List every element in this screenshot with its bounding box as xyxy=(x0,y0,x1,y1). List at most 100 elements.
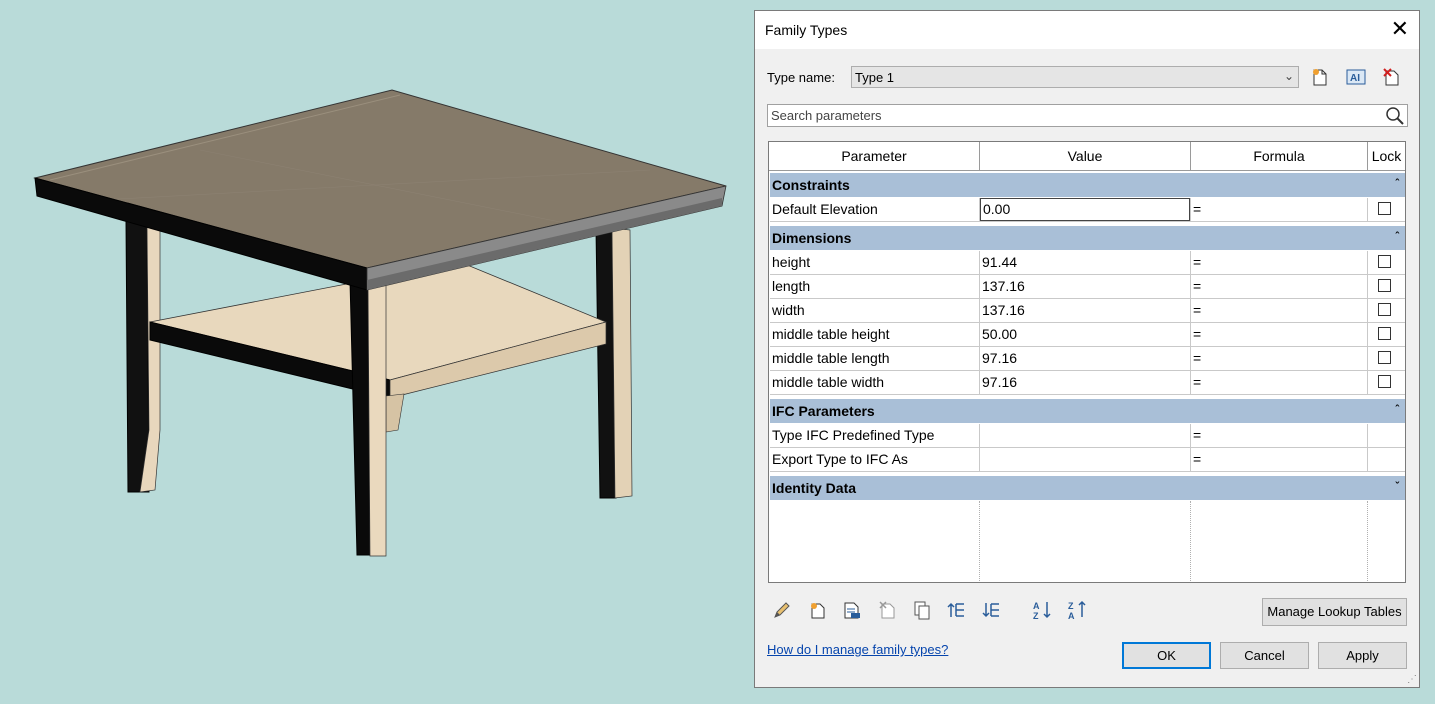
edit-parameter-icon[interactable] xyxy=(770,598,794,622)
family-types-dialog: Family Types ✕ Type name: Type 1 ⌄ AI Pa… xyxy=(754,10,1420,688)
group-label: Identity Data xyxy=(772,480,857,496)
type-name-value: Type 1 xyxy=(855,70,895,85)
param-value[interactable]: 97.16 xyxy=(980,347,1191,370)
param-value-cell[interactable]: 0.00 xyxy=(980,198,1191,221)
new-parameter-icon[interactable] xyxy=(805,598,829,622)
param-formula[interactable]: = xyxy=(1191,299,1368,322)
sort-ascending-icon[interactable]: AZ xyxy=(1031,598,1055,622)
table-row[interactable]: Default Elevation 0.00 = xyxy=(770,198,1405,222)
group-ifc-parameters[interactable]: IFC Parameters ˆ xyxy=(770,399,1405,423)
cancel-button[interactable]: Cancel xyxy=(1220,642,1309,669)
dialog-title: Family Types xyxy=(765,22,848,38)
column-header-value[interactable]: Value xyxy=(980,142,1191,170)
column-header-lock[interactable]: Lock xyxy=(1368,142,1405,170)
parameter-properties-icon[interactable] xyxy=(840,598,864,622)
collapse-icon[interactable]: ˆ xyxy=(1395,225,1399,249)
lock-checkbox[interactable] xyxy=(1378,255,1391,268)
table-row[interactable]: middle table width 97.16 = xyxy=(770,371,1405,395)
expand-icon[interactable]: ˇ xyxy=(1395,475,1399,499)
param-value[interactable]: 97.16 xyxy=(980,371,1191,394)
table-row[interactable]: height 91.44 = xyxy=(770,251,1405,275)
param-name: middle table length xyxy=(770,347,980,370)
svg-text:Z: Z xyxy=(1033,611,1039,621)
table-row[interactable]: middle table length 97.16 = xyxy=(770,347,1405,371)
lock-cell xyxy=(1368,299,1405,322)
column-header-formula[interactable]: Formula xyxy=(1191,142,1368,170)
param-formula[interactable]: = xyxy=(1191,448,1368,471)
param-value-input[interactable]: 0.00 xyxy=(980,198,1190,221)
model-viewport[interactable] xyxy=(0,0,750,701)
lock-cell xyxy=(1368,347,1405,370)
table-row[interactable]: middle table height 50.00 = xyxy=(770,323,1405,347)
new-type-icon[interactable] xyxy=(1309,66,1331,88)
apply-button[interactable]: Apply xyxy=(1318,642,1407,669)
param-name: width xyxy=(770,299,980,322)
manage-lookup-tables-button[interactable]: Manage Lookup Tables xyxy=(1262,598,1407,626)
param-value[interactable]: 137.16 xyxy=(980,275,1191,298)
svg-text:Z: Z xyxy=(1068,601,1074,611)
sort-descending-icon[interactable]: ZA xyxy=(1066,598,1090,622)
param-formula[interactable]: = xyxy=(1191,371,1368,394)
param-formula[interactable]: = xyxy=(1191,251,1368,274)
lock-checkbox[interactable] xyxy=(1378,202,1391,215)
lock-cell xyxy=(1368,251,1405,274)
param-formula[interactable]: = xyxy=(1191,323,1368,346)
search-icon[interactable] xyxy=(1385,106,1405,129)
lock-cell xyxy=(1368,371,1405,394)
param-value[interactable]: 50.00 xyxy=(980,323,1191,346)
delete-type-icon[interactable] xyxy=(1381,66,1403,88)
chevron-down-icon: ⌄ xyxy=(1283,69,1294,83)
param-value[interactable]: 91.44 xyxy=(980,251,1191,274)
lock-checkbox[interactable] xyxy=(1378,303,1391,316)
svg-text:AI: AI xyxy=(1350,73,1360,84)
lock-cell xyxy=(1368,323,1405,346)
search-parameters[interactable] xyxy=(767,104,1408,127)
column-header-parameter[interactable]: Parameter xyxy=(769,142,980,170)
column-divider xyxy=(979,501,980,581)
lock-checkbox[interactable] xyxy=(1378,279,1391,292)
move-down-icon[interactable] xyxy=(980,598,1004,622)
param-name: length xyxy=(770,275,980,298)
param-formula[interactable]: = xyxy=(1191,347,1368,370)
table-row[interactable]: length 137.16 = xyxy=(770,275,1405,299)
table-row[interactable]: Export Type to IFC As = xyxy=(770,448,1405,472)
table-row[interactable]: width 137.16 = xyxy=(770,299,1405,323)
group-label: IFC Parameters xyxy=(772,403,875,419)
parameters-grid: Parameter Value Formula Lock Constraints… xyxy=(768,141,1406,583)
lock-checkbox[interactable] xyxy=(1378,327,1391,340)
lock-cell xyxy=(1368,198,1405,221)
table-row[interactable]: Type IFC Predefined Type = xyxy=(770,424,1405,448)
lock-checkbox[interactable] xyxy=(1378,351,1391,364)
param-formula[interactable]: = xyxy=(1191,275,1368,298)
group-label: Dimensions xyxy=(772,230,852,246)
group-label: Constraints xyxy=(772,177,850,193)
move-up-icon[interactable] xyxy=(945,598,969,622)
lock-checkbox[interactable] xyxy=(1378,375,1391,388)
group-dimensions[interactable]: Dimensions ˆ xyxy=(770,226,1405,250)
lock-cell xyxy=(1368,424,1405,447)
param-value[interactable]: 137.16 xyxy=(980,299,1191,322)
param-name: Export Type to IFC As xyxy=(770,448,980,471)
group-identity-data[interactable]: Identity Data ˇ xyxy=(770,476,1405,500)
close-icon[interactable]: ✕ xyxy=(1391,17,1409,41)
param-value[interactable] xyxy=(980,448,1191,471)
resize-grip-icon[interactable]: ⋰ xyxy=(1407,674,1417,685)
group-constraints[interactable]: Constraints ˆ xyxy=(770,173,1405,197)
collapse-icon[interactable]: ˆ xyxy=(1395,172,1399,196)
column-divider xyxy=(1367,501,1368,581)
type-name-select[interactable]: Type 1 ⌄ xyxy=(851,66,1299,88)
param-formula[interactable]: = xyxy=(1191,424,1368,447)
delete-parameter-icon[interactable] xyxy=(875,598,899,622)
search-input[interactable] xyxy=(771,107,1371,124)
param-formula[interactable]: = xyxy=(1191,198,1368,221)
ok-button[interactable]: OK xyxy=(1122,642,1211,669)
param-name: Type IFC Predefined Type xyxy=(770,424,980,447)
param-value[interactable] xyxy=(980,424,1191,447)
help-link[interactable]: How do I manage family types? xyxy=(767,642,948,657)
param-name: Default Elevation xyxy=(770,198,980,221)
rename-type-icon[interactable]: AI xyxy=(1345,66,1367,88)
copy-parameter-icon[interactable] xyxy=(910,598,934,622)
svg-text:A: A xyxy=(1068,611,1075,621)
collapse-icon[interactable]: ˆ xyxy=(1395,398,1399,422)
table-model xyxy=(33,89,727,557)
